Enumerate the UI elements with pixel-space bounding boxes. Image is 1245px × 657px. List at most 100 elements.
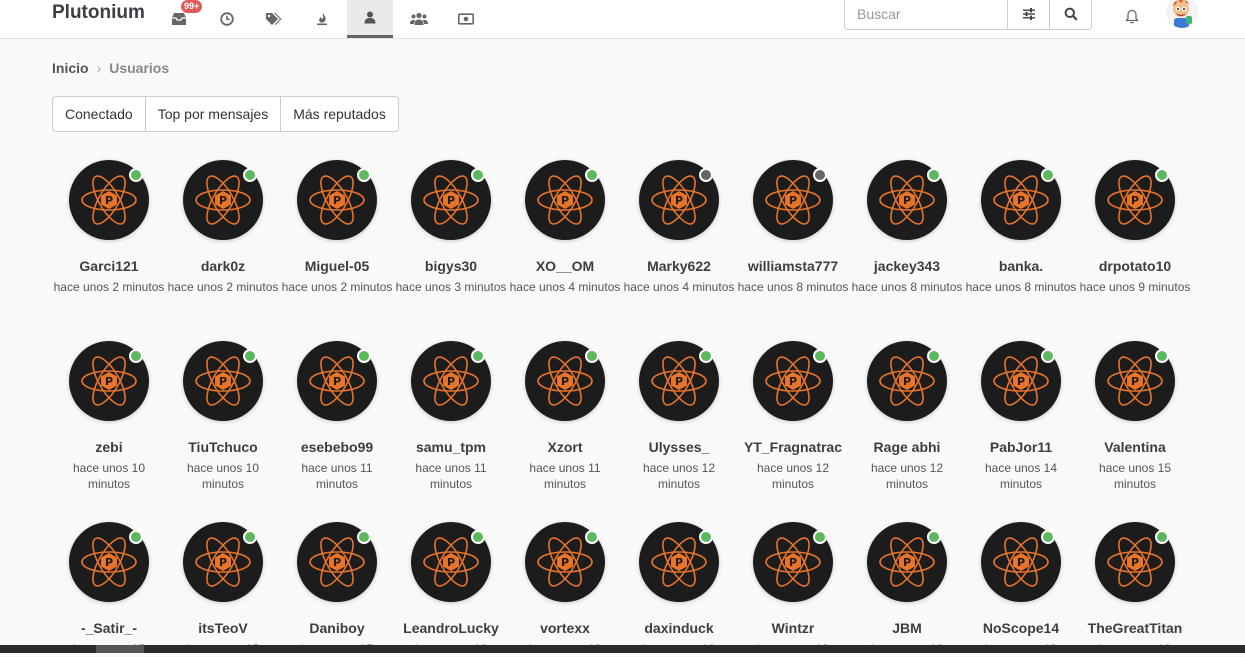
username[interactable]: drpotato10 [1078, 258, 1192, 274]
horizontal-scrollbar[interactable] [0, 645, 1245, 653]
username[interactable]: Miguel-05 [280, 258, 394, 274]
nav-popular[interactable] [299, 0, 345, 38]
user-card[interactable]: Pwilliamsta777 hace unos 8 minutos [736, 160, 850, 295]
user-card[interactable]: P XO__OM hace unos 4 minutos [508, 160, 622, 295]
user-avatar-wrap[interactable]: P [297, 522, 377, 602]
username[interactable]: Valentina [1078, 439, 1192, 455]
user-avatar-wrap[interactable]: P [639, 160, 719, 240]
current-user-avatar[interactable] [1166, 0, 1198, 28]
scrollbar-thumb[interactable] [96, 645, 144, 653]
username[interactable]: NoScope14 [964, 620, 1078, 636]
user-card[interactable]: P Rage abhi hace unos 12 minutos [850, 341, 964, 492]
user-avatar-wrap[interactable]: P [69, 160, 149, 240]
user-card[interactable]: P Miguel-05 hace unos 2 minutos [280, 160, 394, 295]
user-avatar-wrap[interactable]: P [867, 341, 947, 421]
user-avatar-wrap[interactable]: P [297, 160, 377, 240]
user-avatar-wrap[interactable]: P [183, 522, 263, 602]
user-card[interactable]: P TiuTchuco hace unos 10 minutos [166, 341, 280, 492]
user-card[interactable]: Pbigys30 hace unos 3 minutos [394, 160, 508, 295]
user-avatar-wrap[interactable]: P [525, 522, 605, 602]
breadcrumb-home[interactable]: Inicio [52, 60, 89, 76]
user-card[interactable]: Pjackey343 hace unos 8 minutos [850, 160, 964, 295]
username[interactable]: XO__OM [508, 258, 622, 274]
user-avatar-wrap[interactable]: P [183, 341, 263, 421]
tab-online[interactable]: Conectado [53, 97, 146, 131]
search-input[interactable] [845, 0, 1007, 29]
nav-users[interactable] [347, 0, 393, 38]
user-card[interactable]: Pzebi hace unos 10 minutos [52, 341, 166, 492]
user-card[interactable]: PitsTeoVhace unos 15 [166, 522, 280, 657]
user-avatar-wrap[interactable]: P [411, 522, 491, 602]
user-card[interactable]: PJBMhace unos 19 [850, 522, 964, 657]
username[interactable]: Marky622 [622, 258, 736, 274]
user-card[interactable]: P YT_Fragnatrac hace unos 12 minutos [736, 341, 850, 492]
username[interactable]: vortexx [508, 620, 622, 636]
user-avatar-wrap[interactable]: P [69, 522, 149, 602]
username[interactable]: Ulysses_ [622, 439, 736, 455]
user-card[interactable]: P Garci121 hace unos 2 minutos [52, 160, 166, 295]
nav-inbox[interactable]: 99+ [156, 0, 203, 38]
user-card[interactable]: P Ulysses_ hace unos 12 minutos [622, 341, 736, 492]
username[interactable]: Daniboy [280, 620, 394, 636]
user-card[interactable]: P Marky622 hace unos 4 minutos [622, 160, 736, 295]
user-card[interactable]: PDaniboyhace unos 17 [280, 522, 394, 657]
user-avatar-wrap[interactable]: P [867, 160, 947, 240]
username[interactable]: YT_Fragnatrac [736, 439, 850, 455]
user-avatar-wrap[interactable]: P [183, 160, 263, 240]
user-card[interactable]: Pdark0z hace unos 2 minutos [166, 160, 280, 295]
user-avatar-wrap[interactable]: P [981, 160, 1061, 240]
username[interactable]: TiuTchuco [166, 439, 280, 455]
username[interactable]: Rage abhi [850, 439, 964, 455]
nav-tags[interactable] [251, 0, 297, 38]
brand-logo[interactable]: Plutonium [52, 2, 145, 24]
user-card[interactable]: P Valentina hace unos 15 minutos [1078, 341, 1192, 492]
user-card[interactable]: Pbanka. hace unos 8 minutos [964, 160, 1078, 295]
search-button[interactable] [1049, 0, 1091, 29]
username[interactable]: TheGreatTitan [1078, 620, 1192, 636]
username[interactable]: -_Satir_- [52, 620, 166, 636]
username[interactable]: banka. [964, 258, 1078, 274]
user-avatar-wrap[interactable]: P [297, 341, 377, 421]
user-avatar-wrap[interactable]: P [69, 341, 149, 421]
tab-top-reputation[interactable]: Más reputados [281, 97, 398, 131]
user-avatar-wrap[interactable]: P [753, 341, 833, 421]
username[interactable]: zebi [52, 439, 166, 455]
user-avatar-wrap[interactable]: P [639, 522, 719, 602]
nav-donate[interactable] [443, 0, 489, 38]
username[interactable]: jackey343 [850, 258, 964, 274]
username[interactable]: dark0z [166, 258, 280, 274]
user-card[interactable]: Pdrpotato10 hace unos 9 minutos [1078, 160, 1192, 295]
username[interactable]: itsTeoV [166, 620, 280, 636]
username[interactable]: Xzort [508, 439, 622, 455]
user-avatar-wrap[interactable]: P [525, 341, 605, 421]
nav-groups[interactable] [396, 0, 442, 38]
username[interactable]: daxinduck [622, 620, 736, 636]
user-card[interactable]: Pvortexxhace unos 18 [508, 522, 622, 657]
user-card[interactable]: Psamu_tpm hace unos 11 minutos [394, 341, 508, 492]
user-card[interactable]: P PabJor11 hace unos 14 minutos [964, 341, 1078, 492]
user-card[interactable]: PTheGreatTitanhace unos 19 [1078, 522, 1192, 657]
user-avatar-wrap[interactable]: P [1095, 522, 1175, 602]
user-card[interactable]: PNoScope14hace unos 19 [964, 522, 1078, 657]
username[interactable]: bigys30 [394, 258, 508, 274]
user-card[interactable]: P Xzort hace unos 11 minutos [508, 341, 622, 492]
user-avatar-wrap[interactable]: P [753, 522, 833, 602]
user-avatar-wrap[interactable]: P [411, 341, 491, 421]
username[interactable]: esebebo99 [280, 439, 394, 455]
user-avatar-wrap[interactable]: P [867, 522, 947, 602]
user-avatar-wrap[interactable]: P [981, 522, 1061, 602]
username[interactable]: williamsta777 [736, 258, 850, 274]
user-avatar-wrap[interactable]: P [981, 341, 1061, 421]
username[interactable]: Wintzr [736, 620, 850, 636]
notifications-button[interactable] [1116, 2, 1148, 30]
username[interactable]: samu_tpm [394, 439, 508, 455]
user-avatar-wrap[interactable]: P [411, 160, 491, 240]
user-avatar-wrap[interactable]: P [639, 341, 719, 421]
username[interactable]: LeandroLucky [394, 620, 508, 636]
username[interactable]: PabJor11 [964, 439, 1078, 455]
user-avatar-wrap[interactable]: P [1095, 160, 1175, 240]
tab-top-posts[interactable]: Top por mensajes [146, 97, 282, 131]
user-avatar-wrap[interactable]: P [525, 160, 605, 240]
nav-recent[interactable] [204, 0, 250, 38]
user-avatar-wrap[interactable]: P [1095, 341, 1175, 421]
